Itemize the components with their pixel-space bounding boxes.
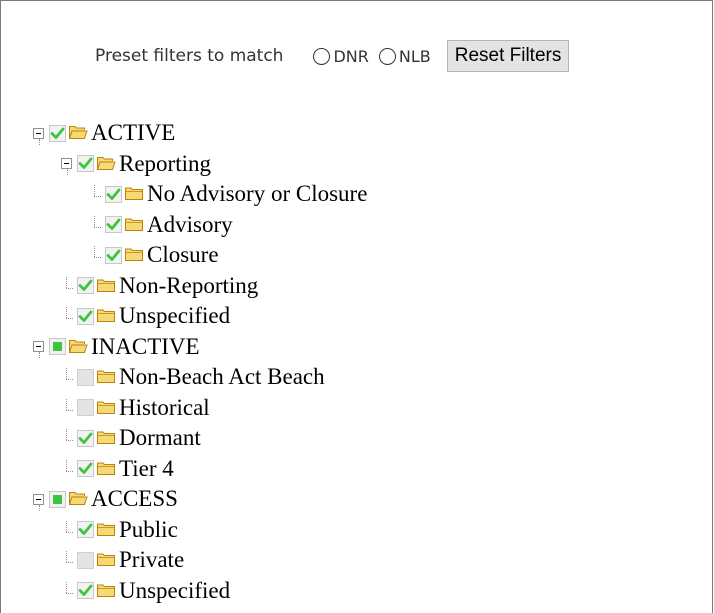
folder-icon xyxy=(68,120,91,146)
nlb-radio-option[interactable]: NLB xyxy=(378,46,431,66)
filter-panel: Preset filters to match DNR NLB Reset Fi… xyxy=(0,0,713,613)
tree-node: ACCESS xyxy=(33,484,178,514)
nlb-radio-icon[interactable] xyxy=(378,47,396,65)
tree-node-label[interactable]: ACCESS xyxy=(91,486,178,512)
tree-node: Unspecified xyxy=(61,576,230,606)
folder-icon xyxy=(96,395,119,421)
tree-node: No Advisory or Closure xyxy=(89,179,367,209)
checkbox-icon[interactable] xyxy=(77,551,94,569)
checkbox-icon[interactable] xyxy=(77,399,94,416)
tree-node-label[interactable]: Tier 4 xyxy=(119,456,174,482)
tree-connector-line xyxy=(89,185,101,203)
tree-connector-line xyxy=(61,459,73,478)
tree-node-label[interactable]: Historical xyxy=(119,395,210,421)
folder-icon xyxy=(96,517,119,543)
checkbox-icon[interactable] xyxy=(49,338,66,355)
folder-icon xyxy=(96,303,119,329)
tree-node: Public xyxy=(61,515,178,545)
checkbox-icon[interactable] xyxy=(105,246,122,264)
folder-icon xyxy=(96,151,119,177)
nlb-radio-label: NLB xyxy=(398,46,431,66)
tree-connector-line xyxy=(89,215,101,234)
tree-node: Private xyxy=(61,545,184,575)
tree-node: ACTIVE xyxy=(33,118,175,148)
tree-node: Dormant xyxy=(61,423,201,453)
tree-connector-line xyxy=(61,551,73,569)
checkbox-icon[interactable] xyxy=(105,216,122,233)
tree-node-label[interactable]: ACTIVE xyxy=(91,120,175,146)
tree-node: INACTIVE xyxy=(33,332,200,362)
collapse-minus-icon[interactable] xyxy=(33,493,44,511)
tree-connector-line xyxy=(61,276,73,295)
tree-node-label[interactable]: Dormant xyxy=(119,425,201,451)
tree-node-label[interactable]: Reporting xyxy=(119,151,211,177)
preset-label: Preset filters to match xyxy=(95,46,284,66)
tree-node: Tier 4 xyxy=(61,454,174,484)
tree-connector-line xyxy=(89,246,101,264)
folder-icon xyxy=(96,456,119,482)
checkbox-icon[interactable] xyxy=(77,155,94,172)
collapse-minus-icon[interactable] xyxy=(33,127,44,145)
checkbox-icon[interactable] xyxy=(77,307,94,325)
tree-node: Non-Reporting xyxy=(61,271,258,301)
tree-node: Unspecified xyxy=(61,301,230,331)
tree-connector-line xyxy=(61,398,73,417)
folder-icon xyxy=(96,547,119,573)
tree-node: Closure xyxy=(89,240,219,270)
reset-filters-button[interactable]: Reset Filters xyxy=(446,40,570,72)
tree-node-label[interactable]: Non-Reporting xyxy=(119,273,258,299)
tree-connector-line xyxy=(61,368,73,386)
tree-node: Reporting xyxy=(61,149,211,179)
collapse-minus-icon[interactable] xyxy=(33,341,44,358)
dnr-radio-icon[interactable] xyxy=(313,47,331,65)
folder-icon xyxy=(124,212,147,238)
tree-node-label[interactable]: Unspecified xyxy=(119,303,230,329)
folder-icon xyxy=(96,425,119,451)
folder-icon xyxy=(124,181,147,207)
folder-icon xyxy=(124,242,147,268)
collapse-minus-icon[interactable] xyxy=(61,158,72,175)
preset-filter-bar: Preset filters to match DNR NLB Reset Fi… xyxy=(95,39,570,73)
tree-node: Non-Beach Act Beach xyxy=(61,362,325,392)
tree-node-label[interactable]: Public xyxy=(119,517,178,543)
dnr-radio-label: DNR xyxy=(333,46,369,66)
tree-node-label[interactable]: No Advisory or Closure xyxy=(147,181,367,207)
checkbox-icon[interactable] xyxy=(77,521,94,538)
tree-connector-line xyxy=(61,520,73,539)
tree-node: Advisory xyxy=(89,210,233,240)
checkbox-icon[interactable] xyxy=(77,460,94,477)
folder-icon xyxy=(96,273,119,299)
checkbox-icon[interactable] xyxy=(77,368,94,386)
checkbox-icon[interactable] xyxy=(49,124,66,142)
folder-icon xyxy=(68,486,91,512)
checkbox-icon[interactable] xyxy=(77,277,94,294)
folder-icon xyxy=(96,364,119,390)
checkbox-icon[interactable] xyxy=(77,429,94,447)
folder-icon xyxy=(96,578,119,604)
tree-node-label[interactable]: Unspecified xyxy=(119,578,230,604)
dnr-radio-option[interactable]: DNR xyxy=(313,46,369,66)
tree-connector-line xyxy=(61,429,73,447)
tree-connector-line xyxy=(61,581,73,600)
checkbox-icon[interactable] xyxy=(105,185,122,203)
tree-node-label[interactable]: INACTIVE xyxy=(91,334,200,360)
tree-connector-line xyxy=(61,307,73,325)
tree-node-label[interactable]: Closure xyxy=(147,242,219,268)
tree-node-label[interactable]: Non-Beach Act Beach xyxy=(119,364,325,390)
tree-node: Historical xyxy=(61,393,210,423)
checkbox-icon[interactable] xyxy=(49,490,66,508)
checkbox-icon[interactable] xyxy=(77,582,94,599)
tree-node-label[interactable]: Advisory xyxy=(147,212,233,238)
folder-icon xyxy=(68,334,91,360)
tree-node-label[interactable]: Private xyxy=(119,547,184,573)
